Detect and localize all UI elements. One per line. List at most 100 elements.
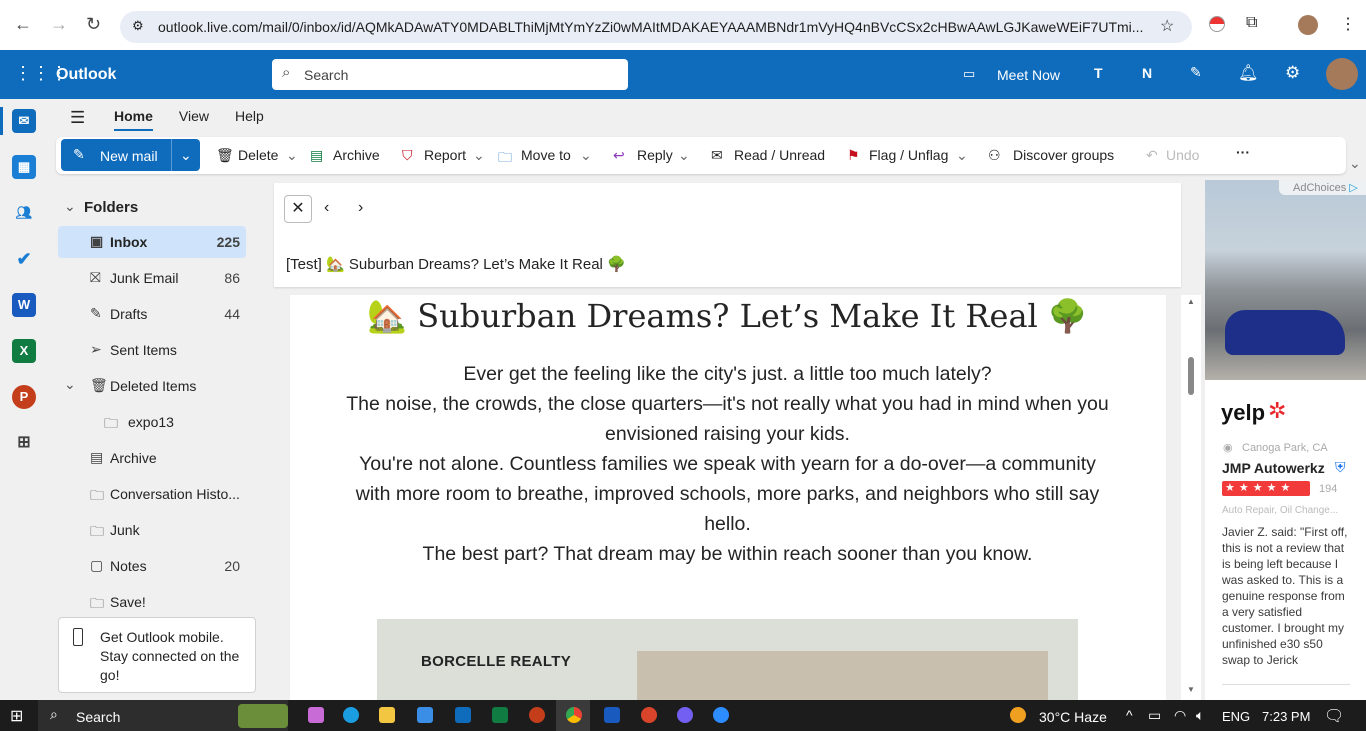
rating-stars: ★★★★★ <box>1222 481 1310 496</box>
app-title: Outlook <box>56 66 117 83</box>
app-icon[interactable] <box>641 707 657 723</box>
scroll-up-icon[interactable]: ▲ <box>1187 297 1195 306</box>
weather-text[interactable]: 30°C Haze <box>1039 709 1107 725</box>
extensions-puzzle-icon[interactable]: ⧉ <box>1246 14 1257 32</box>
viber-icon[interactable] <box>677 707 693 723</box>
edge-icon[interactable] <box>343 707 359 723</box>
scroll-thumb[interactable] <box>1188 357 1194 395</box>
excel-taskbar-icon[interactable] <box>492 707 508 723</box>
read-unread-button[interactable]: Read / Unread <box>734 147 825 163</box>
close-button[interactable]: ✕ <box>284 195 312 223</box>
powerpoint-taskbar-icon[interactable] <box>529 707 545 723</box>
clock[interactable]: 7:23 PM <box>1262 709 1310 724</box>
bell-icon[interactable]: 🔔︎ <box>1238 63 1258 83</box>
tab-help[interactable]: Help <box>235 100 264 124</box>
battery-icon[interactable]: ▭ <box>1148 707 1161 724</box>
folder-junk[interactable]: 🗀 Junk <box>58 514 246 546</box>
chevron-down-icon[interactable]: ⌄ <box>180 147 192 164</box>
meet-now-button[interactable]: Meet Now <box>997 67 1060 83</box>
chevron-down-icon[interactable]: ⌄ <box>956 147 968 164</box>
more-options-button[interactable]: ··· <box>1236 144 1250 160</box>
folder-expo13[interactable]: 🗀 expo13 <box>58 406 246 438</box>
store-icon[interactable] <box>417 707 433 723</box>
powerpoint-icon[interactable]: P <box>12 385 36 409</box>
chevron-down-icon[interactable]: ⌄ <box>473 147 485 164</box>
folder-sent-items[interactable]: ➢ Sent Items <box>58 334 246 366</box>
next-icon[interactable]: › <box>358 199 363 217</box>
gear-icon[interactable]: ⚙ <box>1285 63 1300 83</box>
outlook-taskbar-icon[interactable] <box>455 707 471 723</box>
folder-deleted-items[interactable]: ⌄ 🗑︎ Deleted Items <box>58 370 246 402</box>
hamburger-icon[interactable]: ☰ <box>70 108 85 128</box>
chevron-down-icon[interactable]: ⌄ <box>64 198 76 215</box>
copilot-icon[interactable] <box>308 707 324 723</box>
reply-button[interactable]: Reply <box>637 147 673 163</box>
chevron-down-icon[interactable]: ⌄ <box>64 376 76 393</box>
language-indicator[interactable]: ENG <box>1222 709 1250 724</box>
new-mail-button[interactable]: ✎ New mail ⌄ <box>61 139 200 171</box>
people-icon[interactable]: 👥︎ <box>12 201 36 225</box>
todo-check-icon[interactable]: ✔ <box>12 247 36 271</box>
previous-icon[interactable]: ‹ <box>324 199 329 217</box>
star-icon[interactable]: ☆ <box>1160 16 1174 36</box>
folder-inbox[interactable]: ▣ Inbox 225 <box>58 226 246 258</box>
tab-home[interactable]: Home <box>114 100 153 131</box>
scroll-down-icon[interactable]: ▼ <box>1187 685 1195 694</box>
zoom-icon[interactable] <box>713 707 729 723</box>
move-to-button[interactable]: Move to <box>521 147 571 163</box>
search-input[interactable]: ⌕ Search <box>272 59 628 90</box>
excel-icon[interactable]: X <box>12 339 36 363</box>
more-apps-icon[interactable]: ⊞ <box>12 431 36 455</box>
windows-start-icon[interactable]: ⊞ <box>10 706 23 726</box>
extension-icon[interactable] <box>1209 16 1225 32</box>
word-icon[interactable]: W <box>12 293 36 317</box>
chevron-down-icon[interactable]: ⌄ <box>580 147 592 164</box>
address-bar[interactable]: ⚙ outlook.live.com/mail/0/inbox/id/AQMkAD… <box>120 11 1192 43</box>
scrollbar[interactable]: ▲ ▼ <box>1181 295 1201 700</box>
tab-view[interactable]: View <box>179 100 209 124</box>
report-button[interactable]: Report <box>424 147 466 163</box>
outlook-mobile-promo[interactable]: Get Outlook mobile. Stay connected on th… <box>58 617 256 693</box>
calendar-icon[interactable]: ▦ <box>12 155 36 179</box>
ribbon-expand-icon[interactable]: ⌄ <box>1349 155 1361 172</box>
ad-panel[interactable]: AdChoices ▷ yelp ✲ ◉ Canoga Park, CA JMP A… <box>1205 180 1366 700</box>
adchoices-link[interactable]: AdChoices ▷ <box>1279 180 1366 195</box>
chrome-icon[interactable] <box>566 707 582 723</box>
todo-icon[interactable]: ✎ <box>1190 64 1202 81</box>
volume-icon[interactable]: 🔈︎ <box>1196 707 1204 724</box>
folder-save[interactable]: 🗀 Save! <box>58 586 246 618</box>
menu-icon[interactable]: ⋮ <box>1340 14 1356 34</box>
undo-button[interactable]: Undo <box>1166 147 1199 163</box>
folders-heading: Folders <box>84 199 139 216</box>
forward-icon[interactable]: → <box>50 14 68 35</box>
mail-icon[interactable]: ✉ <box>12 109 36 133</box>
folder-move-icon: 🗀 <box>498 149 512 165</box>
taskbar-search[interactable]: ⌕ Search <box>38 700 288 731</box>
site-settings-icon[interactable]: ⚙ <box>132 18 144 34</box>
file-explorer-icon[interactable] <box>379 707 395 723</box>
verified-icon: ⛨ <box>1335 459 1346 475</box>
avatar[interactable] <box>1326 58 1358 90</box>
folder-conversation-history[interactable]: 🗀 Conversation Histo... <box>58 478 246 510</box>
delete-button[interactable]: Delete <box>238 147 278 163</box>
archive-button[interactable]: Archive <box>333 147 380 163</box>
teams-icon[interactable]: T <box>1094 65 1103 81</box>
folder-junk-email[interactable]: ⛝ Junk Email 86 <box>58 262 246 294</box>
reload-icon[interactable]: ↻ <box>86 14 101 35</box>
flag-unflag-button[interactable]: Flag / Unflag <box>869 147 948 163</box>
wifi-icon[interactable]: ◠ <box>1174 707 1186 724</box>
notifications-icon[interactable]: 🗨︎ <box>1324 706 1344 726</box>
chevron-up-icon[interactable]: ^ <box>1126 707 1133 723</box>
chevron-down-icon[interactable]: ⌄ <box>286 147 298 164</box>
discover-groups-button[interactable]: Discover groups <box>1013 147 1114 163</box>
browser-bar: ← → ↻ ⚙ outlook.live.com/mail/0/inbox/id/… <box>0 0 1366 50</box>
back-icon[interactable]: ← <box>14 14 32 35</box>
folder-drafts[interactable]: ✎ Drafts 44 <box>58 298 246 330</box>
profile-avatar[interactable] <box>1298 15 1318 35</box>
folder-archive[interactable]: ▤ Archive <box>58 442 246 474</box>
word-taskbar-icon[interactable] <box>604 707 620 723</box>
message-text: Ever get the feeling like the city's jus… <box>346 363 1109 565</box>
folder-notes[interactable]: ▢ Notes 20 <box>58 550 246 582</box>
onenote-icon[interactable]: N <box>1142 65 1152 81</box>
chevron-down-icon[interactable]: ⌄ <box>678 147 690 164</box>
